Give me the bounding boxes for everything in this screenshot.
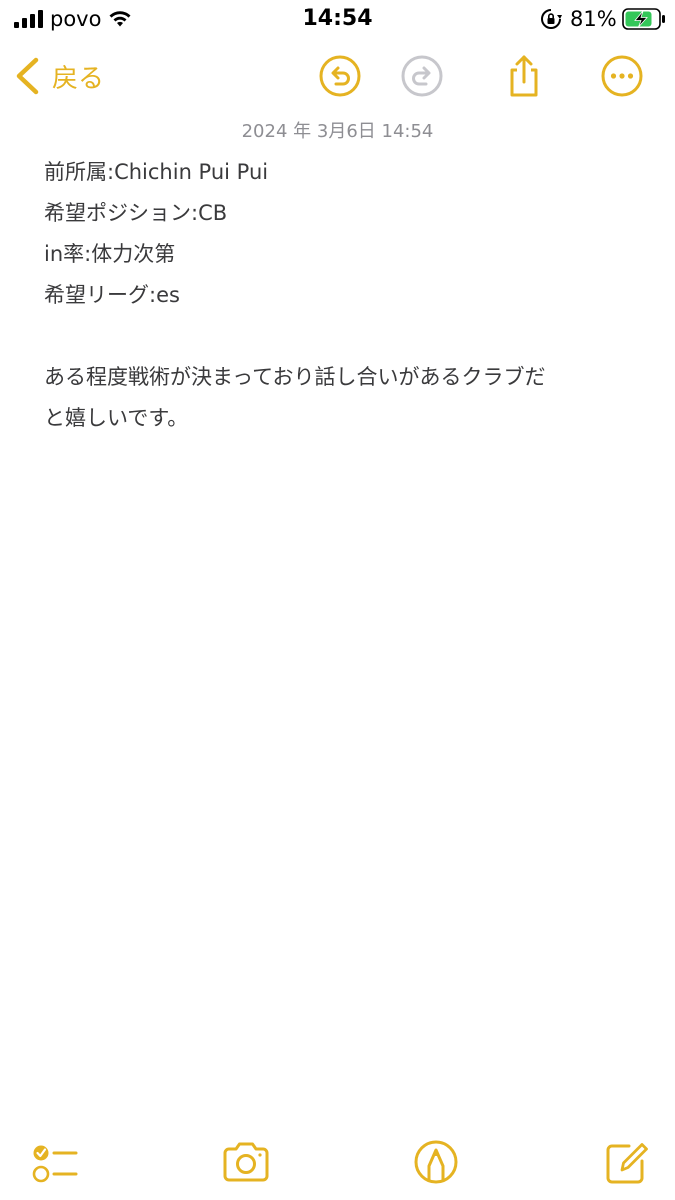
undo-button[interactable] [318, 54, 362, 98]
checklist-button[interactable] [28, 1136, 80, 1188]
battery-charging-icon [622, 8, 665, 30]
back-button[interactable]: 戻る [14, 54, 104, 98]
note-line: 希望リーグ:es [44, 283, 180, 307]
checklist-icon [32, 1145, 78, 1183]
markup-icon [414, 1140, 458, 1184]
undo-icon [319, 55, 361, 97]
note-line: 前所属:Chichin Pui Pui [44, 160, 269, 184]
orientation-lock-icon [541, 9, 562, 29]
bottom-toolbar [0, 1132, 675, 1192]
redo-icon [401, 55, 443, 97]
more-button[interactable] [600, 54, 644, 98]
note-date: 2024 年 3月6日 14:54 [241, 121, 434, 142]
status-bar: povo 14:54 81% [0, 0, 675, 40]
battery-percent: 81% [570, 7, 617, 31]
compose-icon [606, 1143, 648, 1184]
share-icon [510, 55, 538, 97]
note-line [44, 316, 644, 357]
note-body[interactable]: 前所属:Chichin Pui Pui 希望ポジション:CB in率:体力次第 … [44, 152, 644, 439]
camera-icon [223, 1142, 269, 1182]
more-icon [601, 55, 643, 97]
markup-button[interactable] [410, 1136, 462, 1188]
note-line: と嬉しいです。 [44, 406, 189, 430]
note-line: ある程度戦術が決まっており話し合いがあるクラブだ [44, 365, 546, 389]
compose-button[interactable] [600, 1136, 652, 1188]
note-line: in率:体力次第 [44, 242, 176, 266]
redo-button[interactable] [400, 54, 444, 98]
share-button[interactable] [502, 54, 546, 98]
navigation-bar: 戻る [0, 48, 675, 104]
back-label: 戻る [52, 63, 105, 94]
chevron-left-icon [16, 57, 39, 95]
note-line: 希望ポジション:CB [44, 201, 228, 225]
camera-button[interactable] [220, 1136, 272, 1188]
